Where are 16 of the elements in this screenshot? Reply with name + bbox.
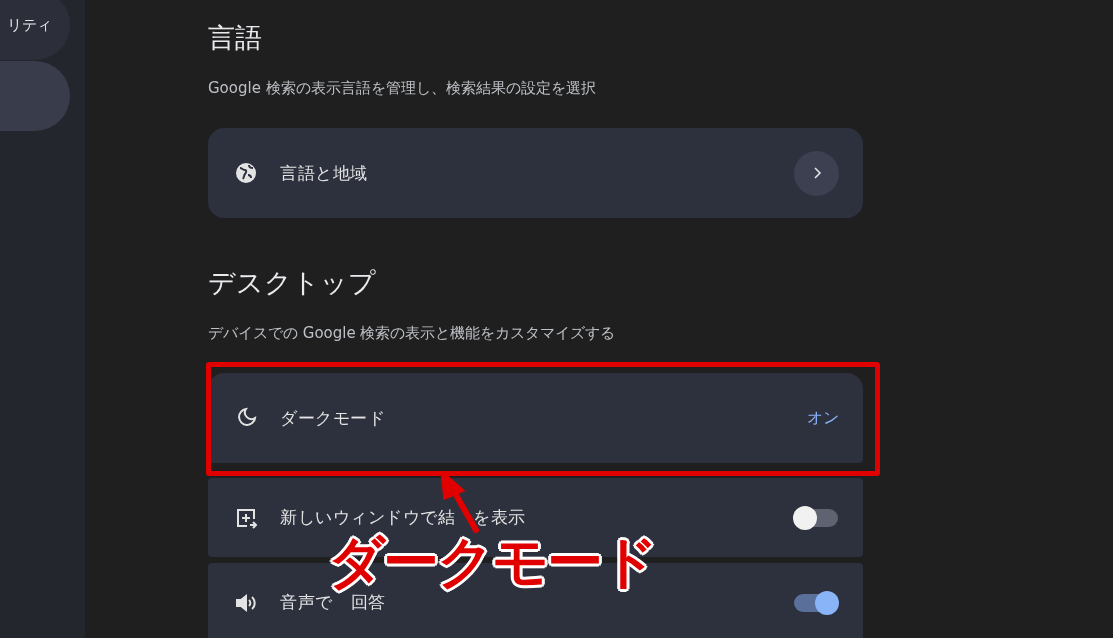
- setting-label: 言語と地域: [280, 161, 369, 185]
- setting-label: ダークモード: [280, 406, 386, 430]
- section-title: デスクトップ: [208, 266, 377, 300]
- setting-label: 音声で: [280, 592, 333, 614]
- setting-label: 新しいウィンドウで結: [280, 506, 455, 529]
- settings-row[interactable]: ダークモード オン: [208, 373, 863, 463]
- setting-value[interactable]: オン: [807, 407, 839, 429]
- sidebar-item[interactable]: リティ: [0, 0, 70, 60]
- setting-label: を表示: [473, 506, 526, 529]
- section-description: デバイスでの Google 検索の表示と機能をカスタマイズする: [208, 323, 617, 343]
- toggle-switch[interactable]: [793, 505, 839, 530]
- section-title: 言語: [208, 21, 263, 55]
- setting-label: 回答: [350, 592, 386, 614]
- section-description: Google 検索の表示言語を管理し、検索結果の設定を選択: [208, 78, 597, 98]
- toggle-switch[interactable]: [793, 590, 839, 615]
- settings-row[interactable]: 言語と地域: [208, 128, 863, 218]
